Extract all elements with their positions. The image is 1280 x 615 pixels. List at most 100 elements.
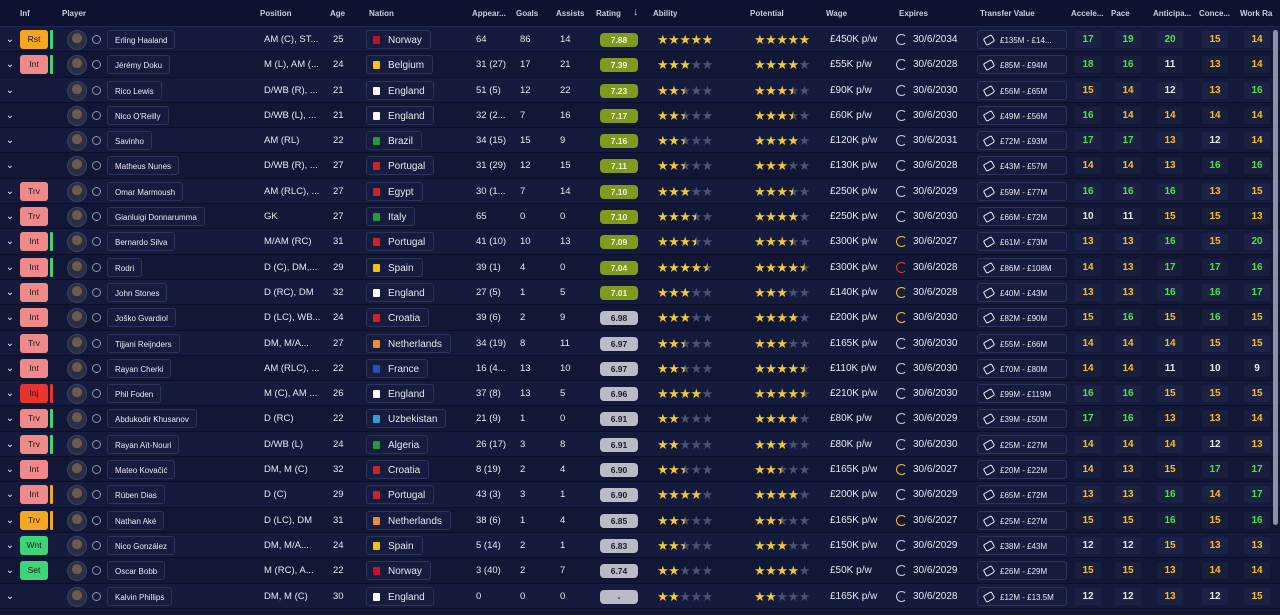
expand-chevron-icon[interactable]: ⌄ [4, 153, 16, 178]
transfer-value-chip[interactable]: £39M - £50M [977, 409, 1067, 429]
nation-chip[interactable]: England [366, 384, 434, 404]
interaction-badge[interactable]: Trv [20, 510, 48, 530]
interaction-badge[interactable]: Trv [20, 207, 48, 227]
avatar[interactable] [67, 535, 87, 556]
expand-chevron-icon[interactable]: ⌄ [4, 508, 16, 533]
avatar[interactable] [67, 156, 87, 177]
expand-chevron-icon[interactable]: ⌄ [4, 381, 16, 406]
nation-chip[interactable]: England [366, 80, 434, 100]
table-row[interactable]: ⌄ Int Bernardo Silva M/AM (RC) 31 Portugal 41 … [0, 229, 1280, 255]
col-wage[interactable]: Wage [826, 9, 847, 18]
table-row[interactable]: ⌄ Kalvin Phillips DM, M (C) 30 England 0 0 0- ★★… [0, 583, 1280, 609]
player-name[interactable]: Phil Foden [107, 384, 162, 404]
sort-descending-icon[interactable]: ↓ [633, 6, 639, 18]
nation-chip[interactable]: Portugal [366, 485, 435, 505]
player-name[interactable]: Rayan Aït-Nouri [107, 434, 180, 454]
avatar[interactable] [67, 308, 87, 329]
col-player[interactable]: Player [62, 9, 86, 18]
nation-chip[interactable]: Netherlands [366, 333, 451, 353]
nation-chip[interactable]: Netherlands [366, 510, 451, 530]
expand-chevron-icon[interactable]: ⌄ [4, 128, 16, 153]
col-ability[interactable]: Ability [653, 9, 677, 18]
player-name[interactable]: Rodri [107, 257, 143, 277]
avatar[interactable] [67, 485, 87, 506]
player-name[interactable]: Rico Lewis [107, 80, 162, 100]
interaction-badge[interactable]: Int [20, 55, 48, 75]
player-name[interactable]: Nathan Aké [107, 510, 165, 530]
expand-chevron-icon[interactable]: ⌄ [4, 584, 16, 609]
transfer-value-chip[interactable]: £99M - £119M [977, 384, 1067, 404]
expand-chevron-icon[interactable]: ⌄ [4, 52, 16, 77]
avatar[interactable] [67, 409, 87, 430]
avatar[interactable] [67, 80, 87, 101]
avatar[interactable] [67, 384, 87, 405]
nation-chip[interactable]: Croatia [366, 460, 430, 480]
nation-chip[interactable]: Egypt [366, 181, 423, 201]
table-row[interactable]: ⌄ Nico O'Reilly D/WB (L), ... 21 England 32 (… [0, 102, 1280, 129]
table-row[interactable]: ⌄ Int Mateo Kovačić DM, M (C) 32 Croatia 8 (19… [0, 457, 1280, 483]
transfer-value-chip[interactable]: £85M - £94M [977, 55, 1067, 75]
nation-chip[interactable]: England [366, 282, 434, 302]
player-name[interactable]: Rúben Dias [107, 485, 165, 505]
col-position[interactable]: Position [260, 9, 292, 18]
table-row[interactable]: ⌄ Trv Tijjani Reijnders DM, M/A... 27 Netherl… [0, 330, 1280, 356]
expand-chevron-icon[interactable]: ⌄ [4, 103, 16, 128]
avatar[interactable] [67, 181, 87, 202]
table-row[interactable]: ⌄ Rico Lewis D/WB (R), ... 21 England 51 (5) 1… [0, 77, 1280, 103]
table-row[interactable]: ⌄ Matheus Nunes D/WB (R), ... 27 Portugal 31 … [0, 153, 1280, 179]
expand-chevron-icon[interactable]: ⌄ [4, 356, 16, 381]
transfer-value-chip[interactable]: £38M - £43M [977, 535, 1067, 555]
nation-chip[interactable]: France [366, 358, 429, 378]
avatar[interactable] [67, 257, 87, 278]
avatar[interactable] [67, 131, 87, 152]
table-row[interactable]: ⌄ Trv Abdukodir Khusanov D (RC) 22 Uzbekistan… [0, 406, 1280, 432]
table-row[interactable]: ⌄ Wnt Nico González DM, M/A... 24 Spain 5 (14)… [0, 532, 1280, 559]
avatar[interactable] [67, 434, 87, 455]
player-name[interactable]: Erling Haaland [107, 30, 176, 49]
col-potential[interactable]: Potential [750, 9, 784, 18]
table-row[interactable]: ⌄ Trv Nathan Aké D (LC), DM 31 Netherlands 38 … [0, 507, 1280, 533]
interaction-badge[interactable]: Int [20, 282, 48, 302]
avatar[interactable] [67, 30, 87, 50]
nation-chip[interactable]: Italy [366, 207, 416, 227]
avatar[interactable] [67, 207, 87, 228]
expand-chevron-icon[interactable]: ⌄ [4, 255, 16, 280]
table-row[interactable]: ⌄ Int Rayan Cherki AM (RLC), ... 22 France 16 … [0, 355, 1280, 382]
transfer-value-chip[interactable]: £70M - £80M [977, 358, 1067, 378]
col-pace[interactable]: Pace [1111, 9, 1130, 18]
expand-chevron-icon[interactable]: ⌄ [4, 179, 16, 204]
nation-chip[interactable]: Portugal [366, 156, 435, 176]
table-row[interactable]: ⌄ Int Jérémy Doku M (L), AM (... 24 Belgium 31… [0, 52, 1280, 78]
expand-chevron-icon[interactable]: ⌄ [4, 558, 16, 583]
table-row[interactable]: ⌄ Set Oscar Bobb M (RC), A... 22 Norway 3 (40)… [0, 558, 1280, 584]
transfer-value-chip[interactable]: £49M - £56M [977, 105, 1067, 125]
table-row[interactable]: ⌄ Int Rodri D (C), DM,... 29 Spain 39 (1) 4 0 7.0… [0, 254, 1280, 280]
expand-chevron-icon[interactable]: ⌄ [4, 482, 16, 507]
transfer-value-chip[interactable]: £59M - £77M [977, 181, 1067, 201]
avatar[interactable] [67, 282, 87, 303]
player-name[interactable]: Kalvin Phillips [107, 586, 173, 606]
player-name[interactable]: Abdukodir Khusanov [107, 409, 197, 429]
nation-chip[interactable]: Algeria [366, 434, 429, 454]
interaction-badge[interactable]: Inj [20, 384, 48, 404]
nation-chip[interactable]: Norway [366, 561, 431, 581]
table-row[interactable]: ⌄ Trv Rayan Aït-Nouri D/WB (L) 24 Algeria 26 (… [0, 431, 1280, 458]
avatar[interactable] [67, 358, 87, 379]
nation-chip[interactable]: England [366, 105, 434, 125]
nation-chip[interactable]: Uzbekistan [366, 409, 447, 429]
table-row[interactable]: ⌄ Inj Phil Foden M (C), AM ... 26 England 37 (… [0, 381, 1280, 407]
interaction-badge[interactable]: Int [20, 308, 48, 328]
transfer-value-chip[interactable]: £25M - £27M [977, 434, 1067, 454]
nation-chip[interactable]: Croatia [366, 308, 430, 328]
transfer-value-chip[interactable]: £86M - £108M [977, 257, 1067, 277]
expand-chevron-icon[interactable]: ⌄ [4, 457, 16, 482]
interaction-badge[interactable]: Int [20, 358, 48, 378]
interaction-badge[interactable]: Rst [20, 30, 48, 49]
expand-chevron-icon[interactable]: ⌄ [4, 27, 16, 52]
expand-chevron-icon[interactable]: ⌄ [4, 78, 16, 103]
table-row[interactable]: ⌄ Int Rúben Dias D (C) 29 Portugal 43 (3) 3 1 6.9… [0, 482, 1280, 508]
transfer-value-chip[interactable]: £40M - £43M [977, 282, 1067, 302]
player-name[interactable]: Omar Marmoush [107, 181, 184, 201]
transfer-value-chip[interactable]: £55M - £66M [977, 333, 1067, 353]
player-name[interactable]: Tijjani Reijnders [107, 333, 180, 353]
